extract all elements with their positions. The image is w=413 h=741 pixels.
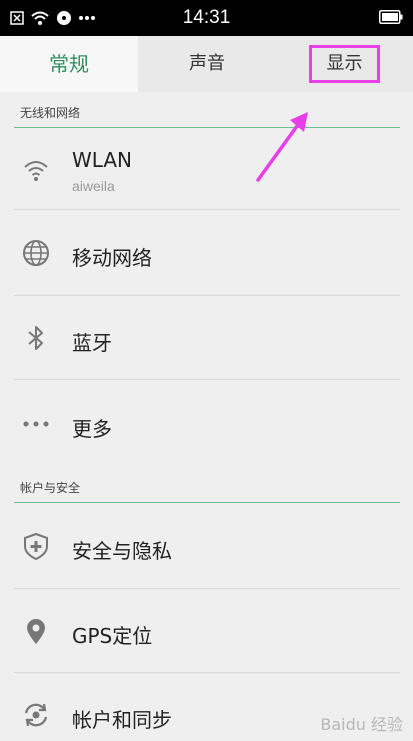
list-item-gps[interactable]: GPS定位 [14,589,400,673]
mobile-network-title: 移动网络 [72,246,152,270]
security-privacy-title: 安全与隐私 [72,539,172,563]
wifi-icon [24,161,48,181]
location-pin-icon [27,619,45,644]
list-item-bluetooth[interactable]: 蓝牙 [14,296,400,380]
tab-sound[interactable]: 声音 [138,36,276,92]
status-time: 14:31 [182,7,231,28]
status-bar: 14:31 [0,0,413,36]
account-sync-title: 帐户和同步 [72,708,172,732]
display-tab-highlight [309,45,380,83]
wlan-subtitle: aiweila [72,178,115,194]
watermark: Baidu 经验 [320,715,403,734]
shield-plus-icon [24,532,48,560]
bluetooth-icon [28,326,43,350]
wlan-title: WLAN [72,148,133,172]
annotation-arrow [256,112,308,182]
section-header-wireless: 无线和网络 [14,98,400,128]
tab-general[interactable]: 常规 [0,36,138,92]
sync-icon [24,703,48,727]
list-item-wlan[interactable]: WLAN aiweila [14,130,400,210]
section-header-account-security: 帐户与安全 [14,473,400,503]
list-item-mobile-network[interactable]: 移动网络 [14,210,400,296]
globe-icon [23,240,49,266]
list-item-security-privacy[interactable]: 安全与隐私 [14,503,400,589]
gps-title: GPS定位 [72,624,153,648]
list-item-more[interactable]: 更多 [14,380,400,468]
more-title: 更多 [72,417,112,441]
bluetooth-title: 蓝牙 [72,331,112,355]
battery-icon [379,10,403,24]
more-dots-icon [23,421,49,427]
